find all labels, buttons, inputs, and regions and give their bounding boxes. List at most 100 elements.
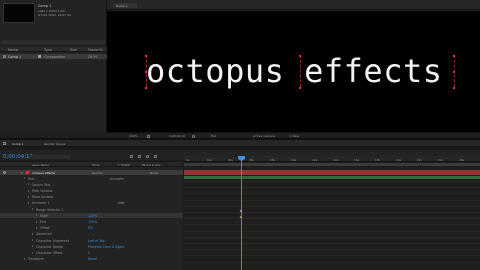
ruler-tick-label: 0s — [186, 158, 190, 162]
disclosure-triangle-icon[interactable] — [36, 220, 37, 223]
property-row[interactable]: Animator 1 Add: — [0, 201, 183, 206]
visibility-eye-icon[interactable] — [3, 171, 6, 174]
property-value[interactable]: Reset — [88, 257, 97, 261]
property-row[interactable]: Source Text — [0, 182, 183, 187]
transform-handle[interactable] — [453, 55, 455, 57]
col-mode[interactable]: Mode — [92, 163, 100, 167]
property-row[interactable]: Character Range Preserve Case & Digits — [0, 244, 183, 249]
label-color-icon — [38, 55, 41, 58]
col-type[interactable]: Type — [44, 48, 52, 52]
transform-handle[interactable] — [453, 87, 455, 89]
property-value[interactable]: 100% — [88, 214, 97, 218]
property-row[interactable]: Start 100% — [0, 213, 183, 219]
disclosure-triangle-icon[interactable] — [36, 226, 37, 229]
col-trkmat[interactable]: T TrkMat — [118, 163, 130, 167]
ruler-tick-label: 26s — [459, 158, 465, 162]
layer-label-color[interactable] — [26, 171, 29, 174]
property-row[interactable]: Path Options — [0, 188, 183, 193]
work-area-bar[interactable] — [184, 163, 480, 166]
disclosure-triangle-icon[interactable] — [28, 201, 29, 204]
property-value[interactable]: Animate: — [110, 177, 124, 181]
text-bounds-center — [300, 55, 301, 87]
col-parent[interactable]: Parent & Link — [142, 163, 161, 167]
col-frame-rate[interactable]: Frame R... — [88, 48, 105, 52]
layer-mode[interactable]: Normal — [92, 171, 103, 175]
disclosure-triangle-icon[interactable] — [28, 195, 29, 198]
graph-editor-icon[interactable] — [154, 155, 157, 158]
disclosure-triangle-icon[interactable] — [32, 245, 33, 248]
ruler-tick-label: 22s — [417, 158, 423, 162]
project-search-input[interactable] — [2, 40, 105, 44]
disclosure-triangle-icon[interactable] — [24, 257, 25, 260]
property-value[interactable]: 0 — [88, 251, 90, 255]
col-layer-name[interactable]: Layer Name — [32, 163, 49, 167]
track-row-line — [184, 255, 480, 257]
transform-handle[interactable] — [145, 55, 147, 57]
track-row-line — [184, 224, 480, 226]
disclosure-triangle-icon[interactable] — [36, 214, 37, 217]
project-comp-duration: Δ 0;00;30;00, 29.97 fps — [38, 13, 71, 17]
property-label: Advanced — [36, 232, 52, 237]
property-row[interactable]: Transform Reset — [0, 257, 183, 262]
property-row[interactable]: Character Alignment Left or Top — [0, 238, 183, 243]
playhead-line[interactable] — [241, 156, 242, 270]
text-track-bar[interactable] — [184, 176, 480, 179]
disclosure-triangle-icon[interactable] — [32, 251, 33, 254]
ruler-tick-label: 06s — [249, 158, 255, 162]
property-value[interactable]: Add: — [118, 201, 125, 205]
disclosure-triangle-icon[interactable] — [24, 177, 25, 180]
ruler-tick-label: 20s — [396, 158, 402, 162]
property-row[interactable]: Advanced — [0, 232, 183, 237]
col-size[interactable]: Size — [70, 48, 77, 52]
track-row-line — [184, 193, 480, 195]
track-row-line — [184, 212, 480, 213]
transform-handle[interactable] — [299, 87, 301, 89]
timeline-search-input[interactable] — [30, 155, 70, 159]
property-label: Character Range — [36, 244, 63, 249]
motion-blur-icon[interactable] — [146, 155, 149, 158]
close-icon[interactable] — [3, 142, 6, 145]
layer-name[interactable]: octopus effects — [32, 171, 55, 175]
property-row[interactable]: More Options — [0, 195, 183, 200]
property-value[interactable]: 0% — [88, 226, 93, 230]
ruler-tick-label: 08s — [270, 158, 276, 162]
track-row-line — [184, 261, 480, 263]
transform-handle[interactable] — [453, 71, 455, 73]
property-row[interactable]: End 100% — [0, 219, 183, 224]
track-row-line — [184, 181, 480, 182]
transform-handle[interactable] — [299, 55, 301, 57]
comp-text-layer[interactable]: octopus effects — [146, 52, 460, 90]
transform-handle[interactable] — [145, 71, 147, 73]
property-value[interactable]: Preserve Case & Digits — [88, 245, 124, 249]
disclosure-triangle-icon[interactable] — [32, 208, 33, 211]
project-item-row[interactable]: Comp 1 Composition 29.97 — [0, 54, 107, 59]
track-row-line — [184, 205, 480, 207]
track-row-line — [184, 236, 480, 238]
transform-handle[interactable] — [145, 87, 147, 89]
tab-timeline-comp[interactable]: Comp 1 — [12, 142, 24, 146]
property-label: Source Text — [32, 182, 51, 187]
shy-toggle-icon[interactable] — [130, 155, 133, 158]
property-row[interactable]: Offset 0% — [0, 226, 183, 231]
track-row-line — [184, 249, 480, 251]
property-row[interactable]: Character Offset 0 — [0, 250, 183, 255]
disclosure-triangle-icon[interactable] — [28, 183, 29, 186]
frame-blend-icon[interactable] — [138, 155, 141, 158]
disclosure-triangle-icon[interactable] — [32, 239, 33, 242]
property-value[interactable]: 100% — [88, 220, 97, 224]
layer-duration-bar[interactable] — [184, 170, 480, 175]
current-time-display[interactable]: 0;00;04;10 — [3, 154, 33, 160]
property-value[interactable]: Left or Top — [88, 239, 105, 243]
ruler-tick-label: 10s — [291, 158, 297, 162]
property-row[interactable]: Text Animate: — [0, 176, 183, 181]
viewer-tab-label: Comp 1 — [116, 3, 128, 8]
col-name[interactable]: Name — [8, 48, 18, 52]
track-row-line — [184, 218, 480, 220]
tab-comp-1[interactable]: Comp 1 — [113, 3, 137, 8]
tab-render-queue[interactable]: Render Queue — [44, 142, 66, 146]
track-row-line — [184, 187, 480, 189]
layer-parent[interactable]: None — [150, 171, 158, 175]
property-row[interactable]: Range Selector 1 — [0, 207, 183, 212]
disclosure-triangle-icon[interactable] — [28, 189, 29, 192]
disclosure-triangle-icon[interactable] — [32, 232, 33, 235]
